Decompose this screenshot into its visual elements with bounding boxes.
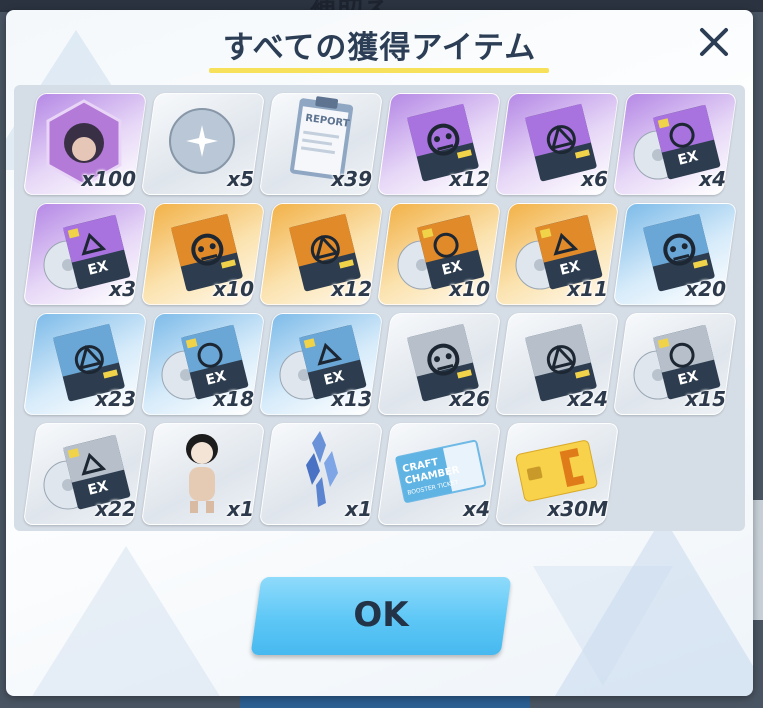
item-slot-craft-chamber-ticket[interactable]: CRAFT CHAMBER BOOSTER TICKET x4 [376, 423, 502, 525]
item-quantity: x10 [213, 277, 254, 301]
decor-triangle [26, 546, 226, 696]
item-slot-doll-figure[interactable]: x1 [140, 423, 266, 525]
item-quantity: x30M [547, 497, 608, 521]
item-slot-ex-arius-disc-gold[interactable]: EX x10 [376, 203, 502, 305]
item-slot-arius-note-blue[interactable]: x20 [612, 203, 738, 305]
item-slot-arius-note-purple[interactable]: x12 [376, 93, 502, 195]
item-slot-ex-trinity-disc-blue[interactable]: EX x13 [258, 313, 384, 415]
item-quantity: x22 [95, 497, 136, 521]
item-slot-ex-trinity-disc-gray[interactable]: EX x22 [22, 423, 148, 525]
item-quantity: x23 [95, 387, 136, 411]
item-quantity: x12 [449, 167, 490, 191]
item-quantity: x10 [449, 277, 490, 301]
item-quantity: x6 [581, 167, 608, 191]
item-quantity: x1 [345, 497, 372, 521]
decor-triangle [533, 566, 673, 686]
item-slot-ex-trinity-disc-purple[interactable]: EX x3 [22, 203, 148, 305]
item-quantity: x15 [685, 387, 726, 411]
close-icon[interactable] [694, 22, 734, 62]
item-slot-ex-arius-disc-purple[interactable]: EX x4 [612, 93, 738, 195]
item-slot-trinity-note-gray[interactable]: x24 [494, 313, 620, 415]
item-slot-arius-note-gold[interactable]: x10 [140, 203, 266, 305]
item-quantity: x100 [81, 167, 136, 191]
item-slot-student-eleph-portrait[interactable]: x100 [22, 93, 148, 195]
background-bottom-bar [240, 694, 530, 708]
item-grid: x100 x5 REPORT x39 x12 x6 EX x4 EX x3 x10 x12 EX x10 E… [14, 85, 745, 531]
item-quantity: x24 [567, 387, 608, 411]
item-quantity: x12 [331, 277, 372, 301]
item-quantity: x13 [331, 387, 372, 411]
item-quantity: x3 [109, 277, 136, 301]
item-slot-arius-note-gray[interactable]: x26 [376, 313, 502, 415]
item-slot-crystal-orb[interactable]: x5 [140, 93, 266, 195]
item-slot-ex-arius-disc-gray[interactable]: EX x15 [612, 313, 738, 415]
item-quantity: x18 [213, 387, 254, 411]
dialog-title: すべての獲得アイテム [222, 30, 537, 66]
item-quantity: x39 [331, 167, 372, 191]
item-slot-trinity-note-gold[interactable]: x12 [258, 203, 384, 305]
item-slot-ex-trinity-disc-gold[interactable]: EX x11 [494, 203, 620, 305]
item-quantity: x4 [699, 167, 726, 191]
title-underline [209, 68, 549, 73]
item-quantity: x4 [463, 497, 490, 521]
item-slot-blue-crystal-shards[interactable]: x1 [258, 423, 384, 525]
item-quantity: x5 [227, 167, 254, 191]
item-slot-trinity-note-purple[interactable]: x6 [494, 93, 620, 195]
item-quantity: x26 [449, 387, 490, 411]
rewards-dialog: すべての獲得アイテム x100 x5 REPORT x39 x12 x6 EX x4 EX x3 x… [6, 10, 753, 696]
item-slot-trinity-note-blue[interactable]: x23 [22, 313, 148, 415]
item-slot-credit-card[interactable]: x30M [494, 423, 620, 525]
ok-button[interactable]: OK [246, 577, 516, 655]
item-quantity: x11 [567, 277, 608, 301]
item-slot-report-clipboard[interactable]: REPORT x39 [258, 93, 384, 195]
item-slot-ex-arius-disc-blue[interactable]: EX x18 [140, 313, 266, 415]
item-quantity: x20 [685, 277, 726, 301]
ok-button-label: OK [353, 595, 409, 635]
item-quantity: x1 [227, 497, 254, 521]
